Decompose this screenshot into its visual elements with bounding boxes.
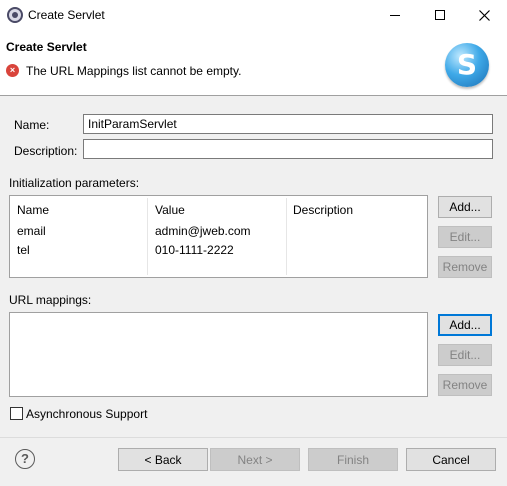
wizard-title: Create Servlet [6, 40, 87, 54]
table-cell-value[interactable]: 010-1111-2222 [155, 243, 234, 257]
init-params-add-button[interactable]: Add... [438, 196, 492, 218]
close-button[interactable] [462, 0, 507, 30]
error-icon: × [6, 64, 19, 77]
back-button[interactable]: < Back [118, 448, 208, 471]
init-params-remove-button[interactable]: Remove [438, 256, 492, 278]
servlet-logo-icon: S [445, 43, 489, 87]
table-cell-value[interactable]: admin@jweb.com [155, 224, 251, 238]
description-label: Description: [14, 144, 78, 158]
error-message: The URL Mappings list cannot be empty. [26, 64, 242, 78]
async-support-label[interactable]: Asynchronous Support [26, 407, 147, 421]
column-header-description[interactable]: Description [293, 203, 353, 217]
url-mappings-list[interactable] [9, 312, 428, 397]
column-separator [147, 198, 148, 275]
url-mappings-add-button[interactable]: Add... [438, 314, 492, 336]
description-field[interactable] [83, 139, 493, 159]
url-mappings-label: URL mappings: [9, 293, 92, 307]
table-cell-name[interactable]: email [17, 224, 46, 238]
name-field[interactable] [83, 114, 493, 134]
help-icon[interactable]: ? [15, 449, 35, 469]
minimize-button[interactable] [372, 0, 417, 30]
cancel-button[interactable]: Cancel [406, 448, 496, 471]
eclipse-icon [7, 7, 23, 23]
window-title: Create Servlet [28, 8, 105, 22]
maximize-icon [434, 10, 445, 20]
next-button[interactable]: Next > [210, 448, 300, 471]
column-header-value[interactable]: Value [155, 203, 185, 217]
url-mappings-edit-button[interactable]: Edit... [438, 344, 492, 366]
column-separator [286, 198, 287, 275]
footer-divider [0, 437, 507, 438]
async-support-checkbox[interactable] [10, 407, 23, 420]
init-params-edit-button[interactable]: Edit... [438, 226, 492, 248]
finish-button[interactable]: Finish [308, 448, 398, 471]
close-icon [479, 9, 490, 21]
init-params-table[interactable]: Name Value Description email admin@jweb.… [9, 195, 428, 278]
name-label: Name: [14, 118, 50, 132]
init-params-label: Initialization parameters: [9, 176, 140, 190]
minimize-icon [389, 14, 400, 16]
url-mappings-remove-button[interactable]: Remove [438, 374, 492, 396]
maximize-button[interactable] [417, 0, 462, 30]
column-header-name[interactable]: Name [17, 203, 49, 217]
table-cell-name[interactable]: tel [17, 243, 30, 257]
